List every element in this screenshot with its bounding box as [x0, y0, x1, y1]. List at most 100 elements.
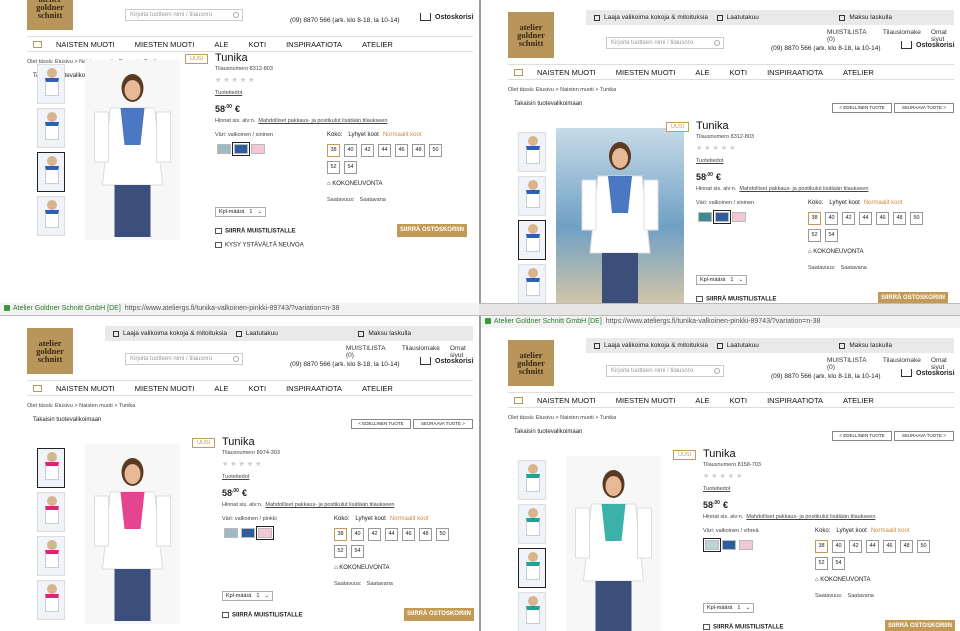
size-option[interactable]: 52 [808, 229, 821, 242]
color-swatch[interactable] [739, 540, 753, 550]
normal-sizes-link[interactable]: Normaalit koot [864, 200, 903, 206]
shipping-note[interactable]: Mahdolliset pakkaus- ja postikulut lisät… [265, 502, 394, 508]
thumbnail[interactable] [37, 536, 65, 576]
product-details-link[interactable]: Tuotetiedot [696, 158, 723, 164]
size-option[interactable]: 48 [893, 212, 906, 225]
add-to-cart-button[interactable]: SIIRRÄ OSTOSKORIIN [404, 608, 474, 621]
add-to-cart-button[interactable]: SIIRRÄ OSTOSKORIIN [885, 620, 955, 631]
size-option[interactable]: 42 [849, 540, 862, 553]
size-option[interactable]: 54 [344, 161, 357, 174]
nav-item[interactable]: NAISTEN MUOTI [537, 68, 596, 77]
account-link[interactable]: MUISTILISTA (0) [827, 29, 873, 43]
size-option[interactable]: 48 [419, 528, 432, 541]
size-option[interactable]: 46 [395, 144, 408, 157]
size-option[interactable]: 52 [815, 557, 828, 570]
brand-logo[interactable]: ateliergoldnerschnitt [508, 340, 554, 386]
size-option[interactable]: 44 [866, 540, 879, 553]
normal-sizes-link[interactable]: Normaalit koot [390, 516, 429, 522]
nav-item[interactable]: ATELIER [362, 40, 393, 49]
address-bar[interactable]: Atelier Goldner Schnitt GmbH [DE] https:/… [0, 303, 479, 315]
size-option[interactable]: 42 [842, 212, 855, 225]
nav-item[interactable]: ALE [695, 396, 709, 405]
size-option[interactable]: 50 [429, 144, 442, 157]
thumbnail[interactable] [518, 504, 546, 544]
nav-item[interactable]: ALE [214, 40, 228, 49]
home-icon[interactable] [514, 68, 523, 76]
nav-item[interactable]: INSPIRAATIOTA [767, 68, 823, 77]
size-option[interactable]: 54 [351, 545, 364, 558]
rating-stars[interactable]: ★★★★★ [215, 76, 256, 84]
size-option[interactable]: 54 [825, 229, 838, 242]
nav-item[interactable]: KOTI [730, 396, 748, 405]
short-sizes-link[interactable]: Lyhyet koot [355, 516, 385, 522]
nav-item[interactable]: ATELIER [362, 384, 393, 393]
search-icon[interactable] [714, 368, 720, 374]
size-option[interactable]: 38 [808, 212, 821, 225]
normal-sizes-link[interactable]: Normaalit koot [383, 132, 422, 138]
rating-stars[interactable]: ★★★★★ [696, 144, 737, 152]
product-details-link[interactable]: Tuotetiedot [703, 486, 730, 492]
wishlist-button[interactable]: SIIRRÄ MUISTILISTALLE [222, 612, 303, 619]
color-swatch[interactable] [251, 144, 265, 154]
brand-logo[interactable]: ateliergoldnerschnitt [27, 328, 73, 374]
size-option[interactable]: 48 [412, 144, 425, 157]
search-input[interactable]: Kirjoita tuotteen nimi / tilausnro [125, 353, 243, 365]
normal-sizes-link[interactable]: Normaalit koot [871, 528, 910, 534]
search-icon[interactable] [233, 12, 239, 18]
home-icon[interactable] [33, 40, 42, 48]
size-option[interactable]: 50 [917, 540, 930, 553]
nav-item[interactable]: MIESTEN MUOTI [135, 384, 195, 393]
home-icon[interactable] [33, 384, 42, 392]
size-guide-link[interactable]: ⌂ KOKONEUVONTA [808, 249, 864, 255]
next-product-button[interactable]: SEURAAVA TUOTE > [413, 419, 473, 429]
shipping-note[interactable]: Mahdolliset pakkaus- ja postikulut lisät… [258, 118, 387, 124]
wishlist-button[interactable]: SIIRRÄ MUISTILISTALLE [696, 296, 777, 303]
color-swatch[interactable] [241, 528, 255, 538]
size-option[interactable]: 42 [368, 528, 381, 541]
nav-item[interactable]: MIESTEN MUOTI [616, 68, 676, 77]
size-option[interactable]: 44 [385, 528, 398, 541]
size-option[interactable]: 44 [378, 144, 391, 157]
size-option[interactable]: 40 [825, 212, 838, 225]
thumbnail[interactable] [518, 548, 546, 588]
short-sizes-link[interactable]: Lyhyet koot [829, 200, 859, 206]
search-input[interactable]: Kirjoita tuotteen nimi / tilausnro [606, 365, 724, 377]
thumbnail[interactable] [518, 220, 546, 260]
product-details-link[interactable]: Tuotetiedot [215, 90, 242, 96]
size-option[interactable]: 38 [327, 144, 340, 157]
size-option[interactable]: 50 [910, 212, 923, 225]
color-swatch[interactable] [713, 210, 731, 224]
size-option[interactable]: 46 [876, 212, 889, 225]
add-to-cart-button[interactable]: SIIRRÄ OSTOSKORIIN [397, 224, 467, 237]
home-icon[interactable] [514, 396, 523, 404]
size-option[interactable]: 50 [436, 528, 449, 541]
cart-button[interactable]: Ostoskorisi [420, 357, 474, 365]
account-link[interactable]: MUISTILISTA (0) [346, 345, 392, 359]
quantity-select[interactable]: Kpl-määrä 1 ⌄ [215, 207, 267, 217]
size-option[interactable]: 44 [859, 212, 872, 225]
back-link[interactable]: Takaisin tuotevalikoimaan [514, 101, 582, 107]
size-option[interactable]: 38 [334, 528, 347, 541]
prev-product-button[interactable]: < EDELLINEN TUOTE [832, 431, 892, 441]
back-link[interactable]: Takaisin tuotevalikoimaan [514, 429, 582, 435]
thumbnail[interactable] [518, 264, 546, 304]
quantity-select[interactable]: Kpl-määrä 1 ⌄ [703, 603, 755, 613]
back-link[interactable]: Takaisin tuotevalikoimaan [33, 417, 101, 423]
nav-item[interactable]: ATELIER [843, 396, 874, 405]
size-option[interactable]: 40 [351, 528, 364, 541]
quantity-select[interactable]: Kpl-määrä 1 ⌄ [696, 275, 748, 285]
nav-item[interactable]: MIESTEN MUOTI [135, 40, 195, 49]
ask-friend-link[interactable]: KYSY YSTÄVÄLTÄ NEUVOA [215, 242, 304, 249]
product-main-image[interactable] [556, 128, 684, 308]
thumbnail[interactable] [37, 108, 65, 148]
color-swatch[interactable] [722, 540, 736, 550]
color-swatch[interactable] [232, 142, 250, 156]
color-swatch[interactable] [224, 528, 238, 538]
product-details-link[interactable]: Tuotetiedot [222, 474, 249, 480]
nav-item[interactable]: ALE [695, 68, 709, 77]
shipping-note[interactable]: Mahdolliset pakkaus- ja postikulut lisät… [739, 186, 868, 192]
thumbnail[interactable] [518, 460, 546, 500]
color-swatch[interactable] [703, 538, 721, 552]
nav-item[interactable]: KOTI [249, 384, 267, 393]
thumbnail[interactable] [37, 152, 65, 192]
